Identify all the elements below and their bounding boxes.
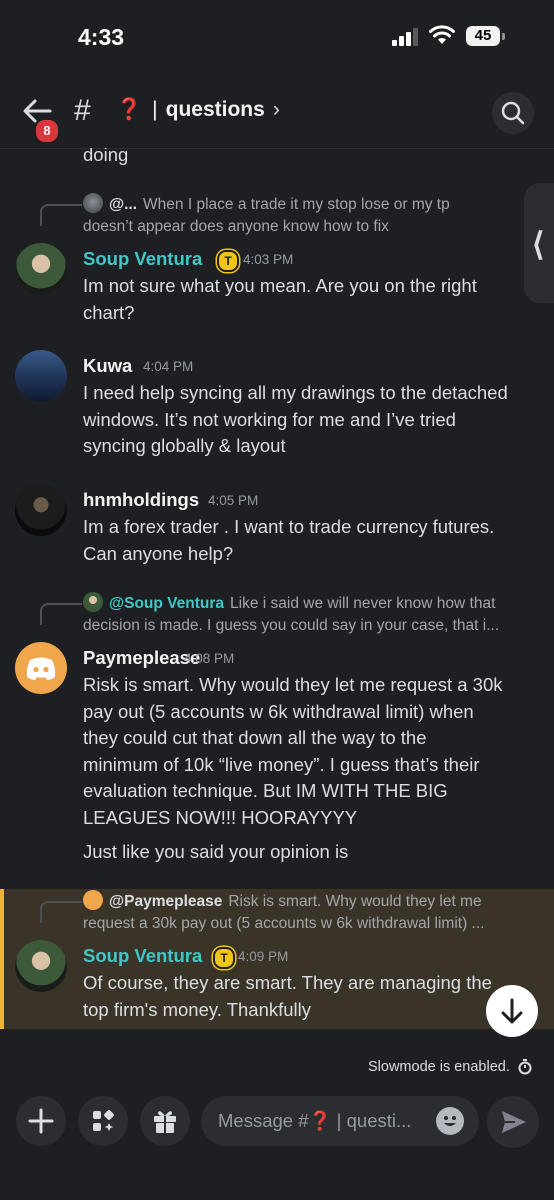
wifi-icon bbox=[429, 25, 455, 44]
message-line: windows. It’s not working for me and I’v… bbox=[83, 408, 456, 430]
reply-connector bbox=[40, 204, 82, 226]
slowmode-notice: Slowmode is enabled. bbox=[368, 1059, 510, 1075]
send-button[interactable] bbox=[487, 1096, 539, 1148]
message-line: I need help syncing all my drawings to t… bbox=[83, 382, 508, 403]
apps-button[interactable] bbox=[78, 1096, 128, 1146]
avatar[interactable] bbox=[15, 484, 67, 536]
search-button[interactable] bbox=[492, 92, 534, 134]
message-content: Of course, they are smart. They are mana… bbox=[83, 970, 523, 1023]
unread-badge: 8 bbox=[34, 118, 60, 144]
reply-connector bbox=[40, 901, 82, 923]
reply-preview[interactable]: @Paymeplease Risk is smart. Why would the… bbox=[83, 890, 538, 935]
battery-indicator: 45 bbox=[466, 26, 505, 46]
message-input[interactable]: Message #❓ | questi... bbox=[201, 1096, 479, 1146]
avatar[interactable] bbox=[15, 642, 67, 694]
message-author[interactable]: hnmholdings bbox=[83, 489, 199, 511]
emoji-icon[interactable] bbox=[436, 1107, 464, 1135]
message-timestamp: 4:05 PM bbox=[208, 493, 259, 508]
channel-emoji: ❓ bbox=[116, 98, 143, 121]
channel-name: questions bbox=[165, 98, 265, 121]
jump-to-bottom-button[interactable] bbox=[486, 985, 538, 1037]
message-content: Risk is smart. Why would they let me req… bbox=[83, 672, 523, 831]
reply-text-cont: decision is made. I guess you could say … bbox=[83, 617, 500, 634]
arrow-down-icon bbox=[501, 998, 523, 1024]
plus-icon bbox=[28, 1108, 54, 1134]
reply-author: @Paymeplease bbox=[109, 893, 223, 910]
reply-text: When I place a trade it my stop lose or … bbox=[143, 196, 450, 213]
message-line: Can anyone help? bbox=[83, 542, 234, 564]
message-list[interactable]: doing @... When I place a trade it my sto… bbox=[0, 148, 554, 1082]
message-author[interactable]: Soup Ventura bbox=[83, 248, 202, 270]
reply-avatar bbox=[83, 890, 103, 910]
message-line: Im a forex trader . I want to trade curr… bbox=[83, 516, 495, 537]
message-author[interactable]: Paymeplease bbox=[83, 647, 200, 669]
message-timestamp: 4:04 PM bbox=[143, 359, 194, 374]
reply-preview[interactable]: @Soup Ventura Like i said we will never k… bbox=[83, 592, 538, 637]
hash-icon: # bbox=[74, 94, 91, 127]
reply-author: @Soup Ventura bbox=[109, 595, 225, 612]
reply-text: Risk is smart. Why would they let me bbox=[228, 893, 482, 910]
send-icon bbox=[502, 1111, 526, 1133]
reply-author: @... bbox=[109, 196, 138, 213]
chevron-left-icon: ⟨ bbox=[532, 226, 545, 262]
message-line: Risk is smart. Why would they let me req… bbox=[83, 674, 503, 695]
message-author[interactable]: Soup Ventura bbox=[83, 945, 202, 967]
reply-avatar bbox=[83, 592, 103, 612]
previous-message-tail: doing bbox=[83, 148, 129, 165]
message-line: pay out (5 accounts w 6k withdrawal limi… bbox=[83, 700, 474, 722]
cellular-signal-icon bbox=[392, 28, 422, 46]
timer-icon bbox=[518, 1059, 532, 1075]
search-icon bbox=[501, 101, 525, 125]
message-timestamp: 4:09 PM bbox=[238, 949, 289, 964]
attach-button[interactable] bbox=[16, 1096, 66, 1146]
message-timestamp: 4:03 PM bbox=[243, 252, 294, 267]
apps-icon bbox=[93, 1110, 114, 1131]
reply-text-cont: request a 30k pay out (5 accounts w 6k w… bbox=[83, 915, 485, 932]
channel-header: # ❓ | questions › bbox=[0, 72, 554, 149]
message-content: Just like you said your opinion is bbox=[83, 841, 349, 862]
reply-text-cont: doesn’t appear does anyone know how to f… bbox=[83, 218, 389, 235]
message-line: evaluation technique. But IM WITH THE BI… bbox=[83, 780, 448, 801]
message-line: Im not sure what you mean. Are you on th… bbox=[83, 275, 477, 296]
message-line: minimum of 10k “live money”. I guess tha… bbox=[83, 753, 480, 775]
message-line: chart? bbox=[83, 301, 135, 323]
message-placeholder: Message #❓ | questi... bbox=[218, 1110, 412, 1131]
avatar[interactable] bbox=[15, 940, 67, 992]
message-line: Of course, they are smart. They are mana… bbox=[83, 972, 492, 993]
message-line: they could cut that down all the way to … bbox=[83, 727, 427, 748]
status-bar: 4:33 45 bbox=[0, 0, 554, 72]
message-line: top firm's money. Thankfully bbox=[83, 998, 312, 1020]
reply-avatar bbox=[83, 193, 103, 213]
reply-preview[interactable]: @... When I place a trade it my stop lose… bbox=[83, 193, 538, 238]
status-time: 4:33 bbox=[78, 24, 125, 50]
message-content: Im not sure what you mean. Are you on th… bbox=[83, 273, 523, 326]
chevron-right-icon: › bbox=[272, 98, 280, 121]
role-badge: T bbox=[213, 947, 235, 969]
avatar[interactable] bbox=[15, 243, 67, 295]
gift-icon bbox=[154, 1111, 176, 1133]
message-line: syncing globally & layout bbox=[83, 435, 286, 456]
message-content: Im a forex trader . I want to trade curr… bbox=[83, 514, 523, 567]
message-content: I need help syncing all my drawings to t… bbox=[83, 380, 523, 460]
discord-logo-icon bbox=[26, 657, 56, 680]
avatar[interactable] bbox=[15, 350, 67, 402]
reply-connector bbox=[40, 603, 82, 625]
channel-separator: | bbox=[152, 98, 158, 121]
gift-button[interactable] bbox=[140, 1096, 190, 1146]
message-composer: Message #❓ | questi... bbox=[0, 1082, 554, 1200]
message-timestamp: 4:08 PM bbox=[184, 651, 235, 666]
member-panel-tab[interactable]: ⟨ bbox=[524, 183, 554, 303]
channel-title[interactable]: ❓ | questions › bbox=[116, 98, 280, 122]
reply-text: Like i said we will never know how that bbox=[230, 595, 496, 612]
role-badge: T bbox=[217, 250, 239, 272]
message-line: LEAGUES NOW!!! HOORAYYYY bbox=[83, 806, 358, 828]
message-author[interactable]: Kuwa bbox=[83, 355, 132, 377]
